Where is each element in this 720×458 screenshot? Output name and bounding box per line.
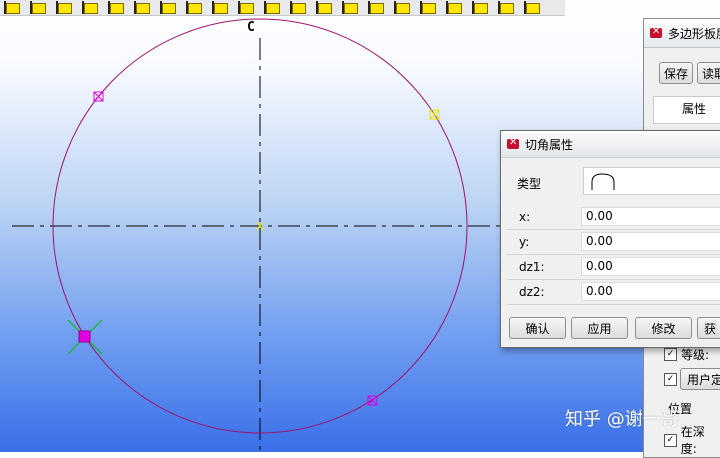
watermark-text: 知乎 @谢一哥	[565, 409, 679, 430]
save-button[interactable]: 保存	[659, 62, 693, 84]
depth-checkbox[interactable]: ✓	[664, 433, 677, 447]
vertex-marker[interactable]	[429, 109, 440, 120]
field-row-y: y: 0.00	[507, 230, 720, 255]
field-row-dz2: dz2: 0.00	[507, 280, 720, 305]
field-label: dz1:	[519, 260, 545, 274]
type-row: 类型	[507, 165, 720, 199]
user-defined-row: ✓	[664, 373, 677, 386]
confirm-button[interactable]: 确认	[509, 317, 566, 339]
apply-button[interactable]: 应用	[571, 317, 628, 339]
field-label: y:	[519, 235, 530, 249]
get-button[interactable]: 获	[697, 317, 720, 339]
field-row-x: x: 0.00	[507, 205, 720, 230]
panel-title-bar: 多边形板层	[644, 19, 720, 48]
level-row: ✓ 等级:	[664, 346, 709, 363]
x-value-field[interactable]: 0.00	[581, 207, 720, 226]
type-label: 类型	[517, 177, 542, 191]
field-row-dz1: dz1: 0.00	[507, 255, 720, 280]
modify-button[interactable]: 修改	[635, 317, 692, 339]
level-label: 等级:	[681, 348, 710, 362]
dz2-value-field[interactable]: 0.00	[581, 282, 720, 301]
dz1-value-field[interactable]: 0.00	[581, 257, 720, 276]
panel-title: 多边形板层	[668, 26, 720, 41]
app-logo-icon	[507, 137, 521, 150]
selected-vertex-marker[interactable]	[67, 319, 103, 355]
vertex-marker[interactable]	[367, 395, 378, 406]
level-checkbox[interactable]: ✓	[664, 348, 677, 361]
app-logo-icon	[650, 26, 664, 39]
type-selector[interactable]	[583, 167, 720, 195]
chamfer-properties-dialog: 切角属性 类型 x: 0.00 y: 0.00 dz1: 0.00 dz2: 0…	[500, 130, 720, 348]
center-label: C	[247, 20, 255, 35]
field-label: x:	[519, 210, 531, 224]
y-value-field[interactable]: 0.00	[581, 232, 720, 251]
dialog-title-bar[interactable]: 切角属性	[501, 131, 720, 158]
field-label: dz2:	[519, 285, 545, 299]
user-defined-checkbox[interactable]: ✓	[664, 373, 677, 386]
arc-shape-icon	[591, 173, 615, 190]
read-button[interactable]: 读取	[697, 62, 720, 84]
user-defined-button[interactable]: 用户定	[680, 368, 720, 390]
tab-properties[interactable]: 属性	[653, 96, 720, 124]
vertex-marker[interactable]	[93, 91, 104, 102]
dialog-title: 切角属性	[525, 137, 574, 152]
